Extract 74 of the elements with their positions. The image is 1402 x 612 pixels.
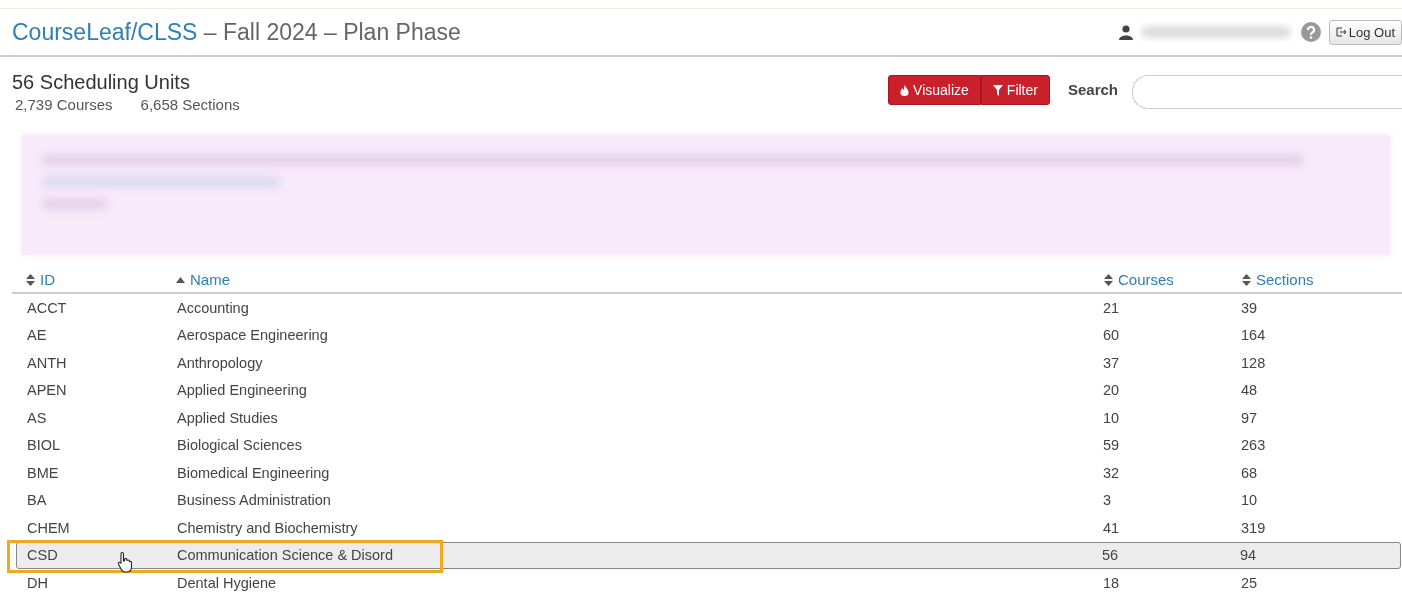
log-out-icon (1335, 27, 1346, 37)
table-row[interactable]: ANTH Anthropology 37 128 (12, 349, 1402, 377)
table-cell: 128 (1241, 354, 1266, 371)
table-cell: DH (27, 574, 48, 591)
search-field[interactable] (1132, 75, 1402, 109)
table-row[interactable]: ACCT Accounting 21 39 (12, 294, 1402, 322)
table-cell: APEN (27, 382, 67, 399)
table-cell: Biological Sciences (177, 437, 302, 454)
table-cell: Communication Science & Disord (177, 547, 393, 564)
table-row[interactable]: BME Biomedical Engineering 32 68 (12, 459, 1402, 487)
table-cell: BME (27, 464, 59, 481)
search-label: Search (1067, 81, 1118, 98)
table-cell: Chemistry and Biochemistry (177, 519, 358, 536)
table-cell: CSD (27, 547, 58, 564)
table-cell: Business Administration (177, 492, 331, 509)
log-out-button[interactable]: Log Out (1328, 19, 1402, 45)
table-cell: 60 (1103, 327, 1120, 344)
table-cell: 39 (1241, 299, 1258, 316)
table-cell: ANTH (27, 354, 67, 371)
courses-count: 2,739 Courses (15, 96, 113, 113)
table-cell: BA (27, 492, 47, 509)
table-row[interactable]: AE Aerospace Engineering 60 164 (12, 321, 1402, 349)
table-cell: BIOL (27, 437, 61, 454)
table-cell: ACCT (27, 299, 67, 316)
table-cell: AE (27, 327, 47, 344)
column-header[interactable]: Name (176, 271, 1104, 288)
table-cell: 10 (1103, 409, 1120, 426)
table-cell: 37 (1103, 354, 1120, 371)
table-cell: 21 (1103, 299, 1120, 316)
table-cell: 68 (1241, 464, 1258, 481)
sections-count: 6,658 Sections (140, 96, 240, 113)
table-cell: 10 (1241, 492, 1258, 509)
table-row[interactable]: BIOL Biological Sciences 59 263 (12, 431, 1402, 459)
table-cell: 48 (1241, 382, 1258, 399)
table-cell: 25 (1241, 574, 1258, 591)
flame-icon (900, 84, 910, 96)
table-cell: 319 (1241, 519, 1266, 536)
table-row[interactable]: APEN Applied Engineering 20 48 (12, 376, 1402, 404)
table-row[interactable]: BA Business Administration 3 10 (12, 486, 1402, 514)
table-cell: Anthropology (177, 354, 263, 371)
table-row[interactable]: DH Dental Hygiene 18 25 (12, 569, 1402, 597)
table-cell: Dental Hygiene (177, 574, 277, 591)
page-title: – Fall 2024 – Plan Phase (202, 18, 461, 46)
filter-icon (992, 84, 1003, 96)
table-row[interactable]: AS Applied Studies 10 97 (12, 404, 1402, 432)
table-cell: 263 (1241, 437, 1266, 454)
column-header[interactable]: Sections (1242, 271, 1402, 288)
table-row[interactable]: CHEM Chemistry and Biochemistry 41 319 (12, 514, 1402, 542)
column-header[interactable]: Courses (1104, 271, 1242, 288)
user-icon (1118, 24, 1133, 40)
table-cell: Accounting (177, 299, 249, 316)
table-cell: CHEM (27, 519, 70, 536)
visualize-button[interactable]: Visualize (888, 75, 981, 105)
table-cell: 32 (1103, 464, 1120, 481)
app-brand-link[interactable]: CourseLeaf/CLSS (12, 18, 198, 46)
table-cell: 41 (1103, 519, 1120, 536)
table-cell: 18 (1103, 574, 1120, 591)
table-cell: 94 (1240, 547, 1257, 564)
filter-button[interactable]: Filter (980, 75, 1050, 105)
column-header[interactable]: ID (26, 271, 176, 288)
table-cell: 20 (1103, 382, 1120, 399)
table-cell: 97 (1241, 409, 1258, 426)
table-cell: 3 (1103, 492, 1112, 509)
hand-cursor-icon (117, 550, 135, 573)
help-icon[interactable] (1300, 22, 1321, 42)
units-count-heading: 56 Scheduling Units (12, 71, 191, 94)
table-cell: Biomedical Engineering (177, 464, 330, 481)
table-cell: 56 (1102, 547, 1119, 564)
table-cell: Applied Engineering (177, 382, 307, 399)
table-cell: Aerospace Engineering (177, 327, 328, 344)
table-cell: Applied Studies (177, 409, 278, 426)
table-cell: 59 (1103, 437, 1120, 454)
table-cell: AS (27, 409, 47, 426)
table-cell: 164 (1241, 327, 1266, 344)
